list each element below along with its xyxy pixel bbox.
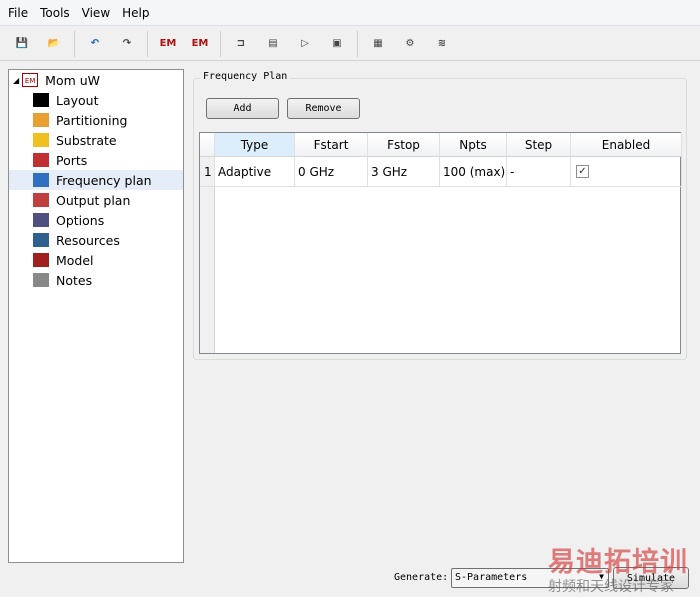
generate-label: Generate: <box>394 572 449 583</box>
col-type[interactable]: Type <box>215 133 295 156</box>
tree-item-label: Layout <box>56 92 99 108</box>
add-button[interactable]: Add <box>206 98 279 119</box>
col-enabled[interactable]: Enabled <box>571 133 682 156</box>
spectrum-icon[interactable]: ▦ <box>364 30 392 58</box>
tree-item[interactable]: Notes <box>9 270 183 290</box>
redo-icon[interactable]: ↷ <box>113 30 141 58</box>
menu-bar: File Tools View Help <box>0 0 700 26</box>
em-icon: EM <box>22 73 39 87</box>
frequency-table: Type Fstart Fstop Npts Step Enabled 1 Ad… <box>199 132 682 354</box>
tree-item[interactable]: Substrate <box>9 130 183 150</box>
layout-icon <box>33 93 49 107</box>
tree-item[interactable]: Partitioning <box>9 110 183 130</box>
tree-item-label: Notes <box>56 272 93 288</box>
col-npts[interactable]: Npts <box>440 133 507 156</box>
menu-view[interactable]: View <box>76 6 116 20</box>
box-icon[interactable]: ▣ <box>323 30 351 58</box>
group-title: Frequency Plan <box>200 71 291 82</box>
cell-fstart[interactable]: 0 GHz <box>295 157 368 186</box>
project-tree: ◢ EM Mom uW Layout Partitioning Substrate P… <box>8 69 184 563</box>
tree-item-label: Resources <box>56 232 120 248</box>
cell-type[interactable]: Adaptive <box>215 157 295 186</box>
tree-item[interactable]: Options <box>9 210 183 230</box>
watermark-logo: 易迪拓培训 <box>548 547 688 578</box>
tree-item[interactable]: Model <box>9 250 183 270</box>
model-icon <box>33 253 49 267</box>
port-icon[interactable]: ▷ <box>291 30 319 58</box>
tree-item-label: Substrate <box>56 132 117 148</box>
toolbar-separator <box>74 30 75 57</box>
row-number: 1 <box>200 157 215 186</box>
col-fstop[interactable]: Fstop <box>368 133 440 156</box>
notes-icon <box>33 273 49 287</box>
resources-icon <box>33 233 49 247</box>
partitioning-icon <box>33 113 49 127</box>
tree-item[interactable]: Resources <box>9 230 183 250</box>
enabled-checkbox[interactable]: ✓ <box>576 165 589 178</box>
open-icon[interactable]: 📂 <box>40 30 68 58</box>
save-icon[interactable]: 💾 <box>8 30 36 58</box>
tree-root[interactable]: ◢ EM Mom uW <box>9 70 183 90</box>
tree-item-label: Output plan <box>56 192 131 208</box>
watermark-subtitle: 射频和天线设计专家 <box>548 579 674 595</box>
table-header: Type Fstart Fstop Npts Step Enabled <box>200 133 682 157</box>
em-settings-icon[interactable]: EM <box>154 30 182 58</box>
cell-fstop[interactable]: 3 GHz <box>368 157 440 186</box>
table-row[interactable]: 1 Adaptive 0 GHz 3 GHz 100 (max) - ✓ <box>200 157 682 187</box>
simulate-gear-icon[interactable]: ⚙ <box>396 30 424 58</box>
tree-root-label: Mom uW <box>45 72 101 88</box>
tree-item-label: Options <box>56 212 105 228</box>
toolbar: 💾 📂 ↶ ↷ EM EM ⊐ ▤ ▷ ▣ ▦ ⚙ ≋ <box>0 27 700 61</box>
em-delete-icon[interactable]: EM <box>186 30 214 58</box>
remove-button[interactable]: Remove <box>287 98 360 119</box>
tree-item[interactable]: Frequency plan <box>9 170 183 190</box>
menu-tools[interactable]: Tools <box>34 6 76 20</box>
col-step[interactable]: Step <box>507 133 571 156</box>
options-icon <box>33 213 49 227</box>
menu-file[interactable]: File <box>2 6 34 20</box>
ports-icon <box>33 153 49 167</box>
output-icon <box>33 193 49 207</box>
tree-item-label: Frequency plan <box>56 172 152 188</box>
expand-icon[interactable]: ◢ <box>13 76 19 85</box>
substrate-icon[interactable]: ▤ <box>259 30 287 58</box>
tree-item-label: Model <box>56 252 94 268</box>
cell-enabled: ✓ <box>571 157 682 186</box>
col-fstart[interactable]: Fstart <box>295 133 368 156</box>
generate-value: S-Parameters <box>455 572 528 583</box>
tree-item[interactable]: Layout <box>9 90 183 110</box>
tree-item-label: Partitioning <box>56 112 128 128</box>
menu-help[interactable]: Help <box>116 6 155 20</box>
tree-item[interactable]: Ports <box>9 150 183 170</box>
corner-cell <box>200 133 215 156</box>
toolbar-separator <box>357 30 358 57</box>
tree-item[interactable]: Output plan <box>9 190 183 210</box>
field-view-icon[interactable]: ≋ <box>428 30 456 58</box>
cell-step[interactable]: - <box>507 157 571 186</box>
tree-item-label: Ports <box>56 152 88 168</box>
toolbar-separator <box>220 30 221 57</box>
frequency-icon <box>33 173 49 187</box>
cell-npts[interactable]: 100 (max) <box>440 157 507 186</box>
layout-icon[interactable]: ⊐ <box>227 30 255 58</box>
toolbar-separator <box>147 30 148 57</box>
substrate-icon <box>33 133 49 147</box>
undo-icon[interactable]: ↶ <box>81 30 109 58</box>
